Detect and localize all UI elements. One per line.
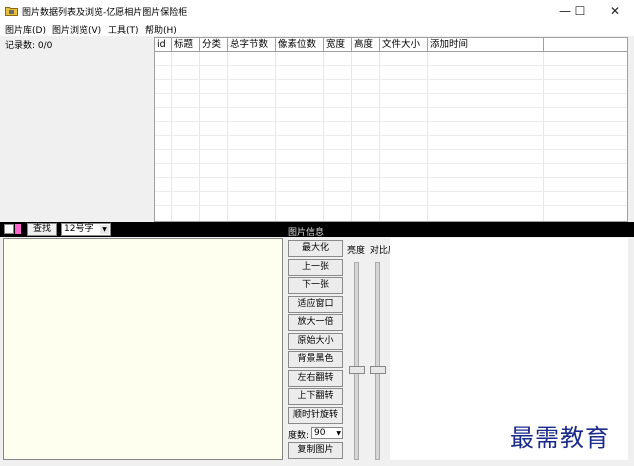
black-background-button[interactable]: 背景黑色 [288, 351, 343, 368]
grid-line [323, 52, 324, 221]
picture-table[interactable]: id 标题 分类 总字节数 像素位数 宽度 高度 文件大小 添加时间 [154, 37, 628, 222]
grid-line [543, 52, 544, 221]
rotate-clockwise-button[interactable]: 顺时针旋转 [288, 407, 343, 424]
grid-line [155, 135, 627, 136]
window-title: 图片数据列表及浏览-亿愿相片图片保险柜 [22, 8, 188, 18]
fit-window-button[interactable]: 适应窗口 [288, 296, 343, 313]
grid-line [227, 52, 228, 221]
color-picker[interactable] [4, 224, 14, 234]
column-header-id[interactable]: id [155, 38, 172, 51]
menu-help[interactable]: 帮助(H) [145, 23, 177, 36]
font-size-select[interactable]: 12号字 ▼ [61, 223, 111, 236]
contrast-slider-track[interactable] [375, 262, 380, 460]
grid-line [155, 149, 627, 150]
flip-vertical-button[interactable]: 上下翻转 [288, 388, 343, 405]
close-button[interactable]: ✕ [597, 0, 633, 22]
image-preview-pane[interactable] [3, 238, 283, 460]
zoom-double-button[interactable]: 放大一倍 [288, 314, 343, 331]
picture-info-label: 图片信息 [288, 228, 325, 238]
maximize-image-button[interactable]: 最大化 [288, 240, 343, 257]
grid-line [155, 205, 627, 206]
color-swatch[interactable] [15, 224, 21, 234]
brightness-slider-track[interactable] [354, 262, 359, 460]
grid-line [155, 121, 627, 122]
column-header-pixel-depth[interactable]: 像素位数 [276, 38, 324, 51]
original-size-button[interactable]: 原始大小 [288, 333, 343, 350]
folder-lock-icon [5, 5, 18, 16]
column-header-total-bytes[interactable]: 总字节数 [228, 38, 276, 51]
column-header-added-time[interactable]: 添加时间 [428, 38, 544, 51]
search-button[interactable]: 查找 [27, 223, 57, 236]
maximize-button[interactable]: ☐ [565, 0, 595, 22]
grid-line [427, 52, 428, 221]
degree-value: 90 [314, 428, 326, 438]
copy-image-button[interactable]: 复制图片 [288, 442, 343, 459]
record-count: 记录数: 0/0 [5, 41, 53, 51]
menu-bar: 图片库(D) 图片浏览(V) 工具(T) 帮助(H) [0, 22, 634, 36]
grid-line [155, 93, 627, 94]
grid-line [155, 107, 627, 108]
column-header-width[interactable]: 宽度 [324, 38, 352, 51]
column-header-category[interactable]: 分类 [200, 38, 228, 51]
watermark-text: 最需教育 [510, 424, 610, 452]
menu-tools[interactable]: 工具(T) [108, 23, 139, 36]
menu-picture-browse[interactable]: 图片浏览(V) [52, 23, 101, 36]
menu-picture-library[interactable]: 图片库(D) [5, 23, 46, 36]
font-size-value: 12号字 [64, 224, 94, 234]
chevron-down-icon: ▼ [100, 225, 109, 234]
grid-line [275, 52, 276, 221]
grid-line [171, 52, 172, 221]
grid-line [379, 52, 380, 221]
flip-horizontal-button[interactable]: 左右翻转 [288, 370, 343, 387]
brightness-slider-thumb[interactable] [349, 366, 365, 374]
column-header-title[interactable]: 标题 [172, 38, 200, 51]
grid-line [155, 163, 627, 164]
column-header-file-size[interactable]: 文件大小 [380, 38, 428, 51]
grid-line [155, 177, 627, 178]
chevron-down-icon: ▼ [336, 430, 341, 437]
contrast-slider-thumb[interactable] [370, 366, 386, 374]
grid-line [155, 191, 627, 192]
brightness-label: 亮度 [347, 246, 366, 256]
degree-select[interactable]: 90 ▼ [311, 427, 343, 439]
grid-line [155, 65, 627, 66]
grid-line [199, 52, 200, 221]
grid-line [155, 79, 627, 80]
next-image-button[interactable]: 下一张 [288, 277, 343, 294]
previous-image-button[interactable]: 上一张 [288, 259, 343, 276]
column-header-height[interactable]: 高度 [352, 38, 380, 51]
grid-line [351, 52, 352, 221]
table-header: id 标题 分类 总字节数 像素位数 宽度 高度 文件大小 添加时间 [155, 38, 627, 52]
degree-label: 度数: [288, 431, 310, 441]
